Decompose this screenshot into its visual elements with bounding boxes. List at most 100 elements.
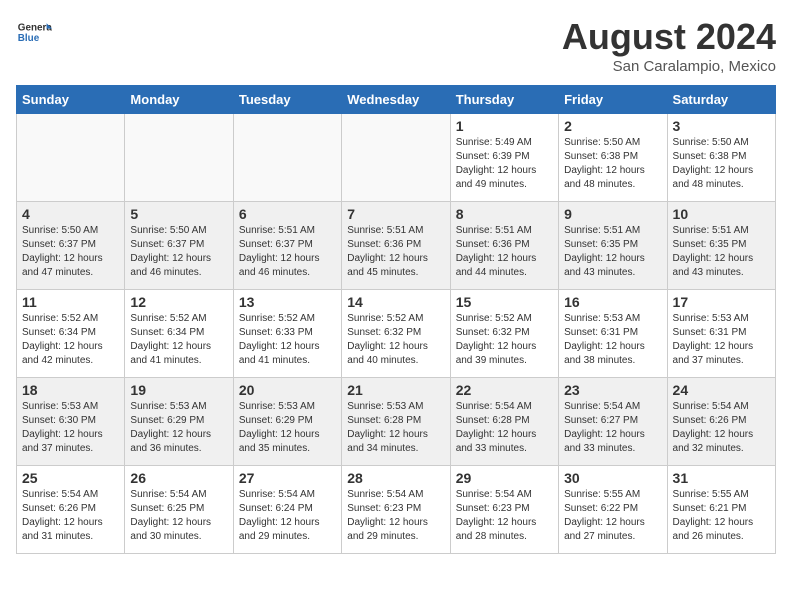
calendar-cell: 17Sunrise: 5:53 AM Sunset: 6:31 PM Dayli… [667,290,775,378]
weekday-header-tuesday: Tuesday [233,86,341,114]
day-number: 12 [130,294,227,310]
day-info: Sunrise: 5:53 AM Sunset: 6:29 PM Dayligh… [130,400,227,456]
day-info: Sunrise: 5:50 AM Sunset: 6:37 PM Dayligh… [130,224,227,280]
calendar-cell: 9 Sunrise: 5:51 AM Sunset: 6:35 PM Daylig… [559,202,667,290]
calendar-cell: 15Sunrise: 5:52 AM Sunset: 6:32 PM Dayli… [450,290,558,378]
calendar-cell: 5 Sunrise: 5:50 AM Sunset: 6:37 PM Daylig… [125,202,233,290]
calendar-cell: 7 Sunrise: 5:51 AM Sunset: 6:36 PM Daylig… [342,202,450,290]
day-number: 24 [673,382,770,398]
calendar-cell: 2 Sunrise: 5:50 AM Sunset: 6:38 PM Daylig… [559,114,667,202]
calendar-cell: 27 Sunrise: 5:54 AM Sunset: 6:24 PM Dayli… [233,466,341,554]
day-info: Sunrise: 5:54 AM Sunset: 6:23 PM Dayligh… [347,488,444,544]
day-info: Sunrise: 5:51 AM Sunset: 6:37 PM Dayligh… [239,224,336,280]
calendar-cell: 30 Sunrise: 5:55 AM Sunset: 6:22 PM Dayli… [559,466,667,554]
day-number: 17 [673,294,770,310]
day-info: Sunrise: 5:53 AM Sunset: 6:31 PM Dayligh… [564,312,661,368]
day-number: 8 [456,206,553,222]
calendar-week-row-3: 11 Sunrise: 5:52 AM Sunset: 6:34 PM Dayli… [17,290,776,378]
day-info: Sunrise: 5:54 AM Sunset: 6:25 PM Dayligh… [130,488,227,544]
weekday-header-thursday: Thursday [450,86,558,114]
day-info: Sunrise: 5:50 AM Sunset: 6:38 PM Dayligh… [564,136,661,192]
day-info: Sunrise: 5:51 AM Sunset: 6:35 PM Dayligh… [673,224,770,280]
calendar-cell: 24 Sunrise: 5:54 AM Sunset: 6:26 PM Dayli… [667,378,775,466]
day-number: 4 [22,206,119,222]
day-number: 16 [564,294,661,310]
title-block: August 2024 San Caralampio, Mexico [562,16,776,75]
day-number: 15 [456,294,553,310]
calendar-week-row-5: 25 Sunrise: 5:54 AM Sunset: 6:26 PM Dayli… [17,466,776,554]
calendar-cell: 25 Sunrise: 5:54 AM Sunset: 6:26 PM Dayli… [17,466,125,554]
weekday-header-sunday: Sunday [17,86,125,114]
day-info: Sunrise: 5:54 AM Sunset: 6:27 PM Dayligh… [564,400,661,456]
day-number: 11 [22,294,119,310]
day-number: 3 [673,118,770,134]
weekday-header-monday: Monday [125,86,233,114]
day-info: Sunrise: 5:51 AM Sunset: 6:36 PM Dayligh… [347,224,444,280]
calendar-cell: 4 Sunrise: 5:50 AM Sunset: 6:37 PM Daylig… [17,202,125,290]
day-number: 18 [22,382,119,398]
day-number: 9 [564,206,661,222]
calendar-week-row-2: 4 Sunrise: 5:50 AM Sunset: 6:37 PM Daylig… [17,202,776,290]
weekday-header-saturday: Saturday [667,86,775,114]
calendar-week-row-4: 18 Sunrise: 5:53 AM Sunset: 6:30 PM Dayli… [17,378,776,466]
day-number: 1 [456,118,553,134]
day-info: Sunrise: 5:54 AM Sunset: 6:26 PM Dayligh… [22,488,119,544]
logo-icon: General Blue [16,16,52,52]
calendar-cell: 26 Sunrise: 5:54 AM Sunset: 6:25 PM Dayli… [125,466,233,554]
calendar-cell: 23 Sunrise: 5:54 AM Sunset: 6:27 PM Dayli… [559,378,667,466]
day-number: 31 [673,470,770,486]
day-info: Sunrise: 5:54 AM Sunset: 6:26 PM Dayligh… [673,400,770,456]
day-number: 26 [130,470,227,486]
day-number: 27 [239,470,336,486]
day-info: Sunrise: 5:49 AM Sunset: 6:39 PM Dayligh… [456,136,553,192]
calendar-cell: 28 Sunrise: 5:54 AM Sunset: 6:23 PM Dayli… [342,466,450,554]
day-info: Sunrise: 5:55 AM Sunset: 6:21 PM Dayligh… [673,488,770,544]
day-info: Sunrise: 5:51 AM Sunset: 6:35 PM Dayligh… [564,224,661,280]
day-number: 20 [239,382,336,398]
calendar-cell: 20 Sunrise: 5:53 AM Sunset: 6:29 PM Dayli… [233,378,341,466]
weekday-header-friday: Friday [559,86,667,114]
day-info: Sunrise: 5:53 AM Sunset: 6:28 PM Dayligh… [347,400,444,456]
location-subtitle: San Caralampio, Mexico [562,58,776,75]
calendar-cell [17,114,125,202]
day-info: Sunrise: 5:52 AM Sunset: 6:32 PM Dayligh… [347,312,444,368]
day-info: Sunrise: 5:52 AM Sunset: 6:34 PM Dayligh… [22,312,119,368]
day-number: 25 [22,470,119,486]
day-info: Sunrise: 5:55 AM Sunset: 6:22 PM Dayligh… [564,488,661,544]
day-number: 28 [347,470,444,486]
calendar-cell: 3 Sunrise: 5:50 AM Sunset: 6:38 PM Daylig… [667,114,775,202]
calendar-cell: 12Sunrise: 5:52 AM Sunset: 6:34 PM Dayli… [125,290,233,378]
day-info: Sunrise: 5:50 AM Sunset: 6:38 PM Dayligh… [673,136,770,192]
calendar-cell: 11 Sunrise: 5:52 AM Sunset: 6:34 PM Dayli… [17,290,125,378]
calendar-cell [233,114,341,202]
calendar-cell: 31 Sunrise: 5:55 AM Sunset: 6:21 PM Dayli… [667,466,775,554]
day-info: Sunrise: 5:54 AM Sunset: 6:28 PM Dayligh… [456,400,553,456]
day-number: 21 [347,382,444,398]
month-year-title: August 2024 [562,16,776,58]
day-number: 2 [564,118,661,134]
day-number: 19 [130,382,227,398]
calendar-cell [125,114,233,202]
day-number: 22 [456,382,553,398]
calendar-cell [342,114,450,202]
day-number: 5 [130,206,227,222]
day-info: Sunrise: 5:53 AM Sunset: 6:30 PM Dayligh… [22,400,119,456]
calendar-cell: 14 Sunrise: 5:52 AM Sunset: 6:32 PM Dayli… [342,290,450,378]
calendar-cell: 10 Sunrise: 5:51 AM Sunset: 6:35 PM Dayli… [667,202,775,290]
day-number: 7 [347,206,444,222]
day-info: Sunrise: 5:50 AM Sunset: 6:37 PM Dayligh… [22,224,119,280]
day-number: 23 [564,382,661,398]
calendar-cell: 29Sunrise: 5:54 AM Sunset: 6:23 PM Dayli… [450,466,558,554]
day-number: 14 [347,294,444,310]
day-info: Sunrise: 5:54 AM Sunset: 6:24 PM Dayligh… [239,488,336,544]
day-number: 10 [673,206,770,222]
day-number: 29 [456,470,553,486]
calendar-cell: 22 Sunrise: 5:54 AM Sunset: 6:28 PM Dayli… [450,378,558,466]
calendar-cell: 13Sunrise: 5:52 AM Sunset: 6:33 PM Dayli… [233,290,341,378]
day-number: 30 [564,470,661,486]
calendar-cell: 1 Sunrise: 5:49 AM Sunset: 6:39 PM Daylig… [450,114,558,202]
day-number: 6 [239,206,336,222]
calendar-cell: 16 Sunrise: 5:53 AM Sunset: 6:31 PM Dayli… [559,290,667,378]
day-info: Sunrise: 5:53 AM Sunset: 6:29 PM Dayligh… [239,400,336,456]
calendar-cell: 6 Sunrise: 5:51 AM Sunset: 6:37 PM Daylig… [233,202,341,290]
